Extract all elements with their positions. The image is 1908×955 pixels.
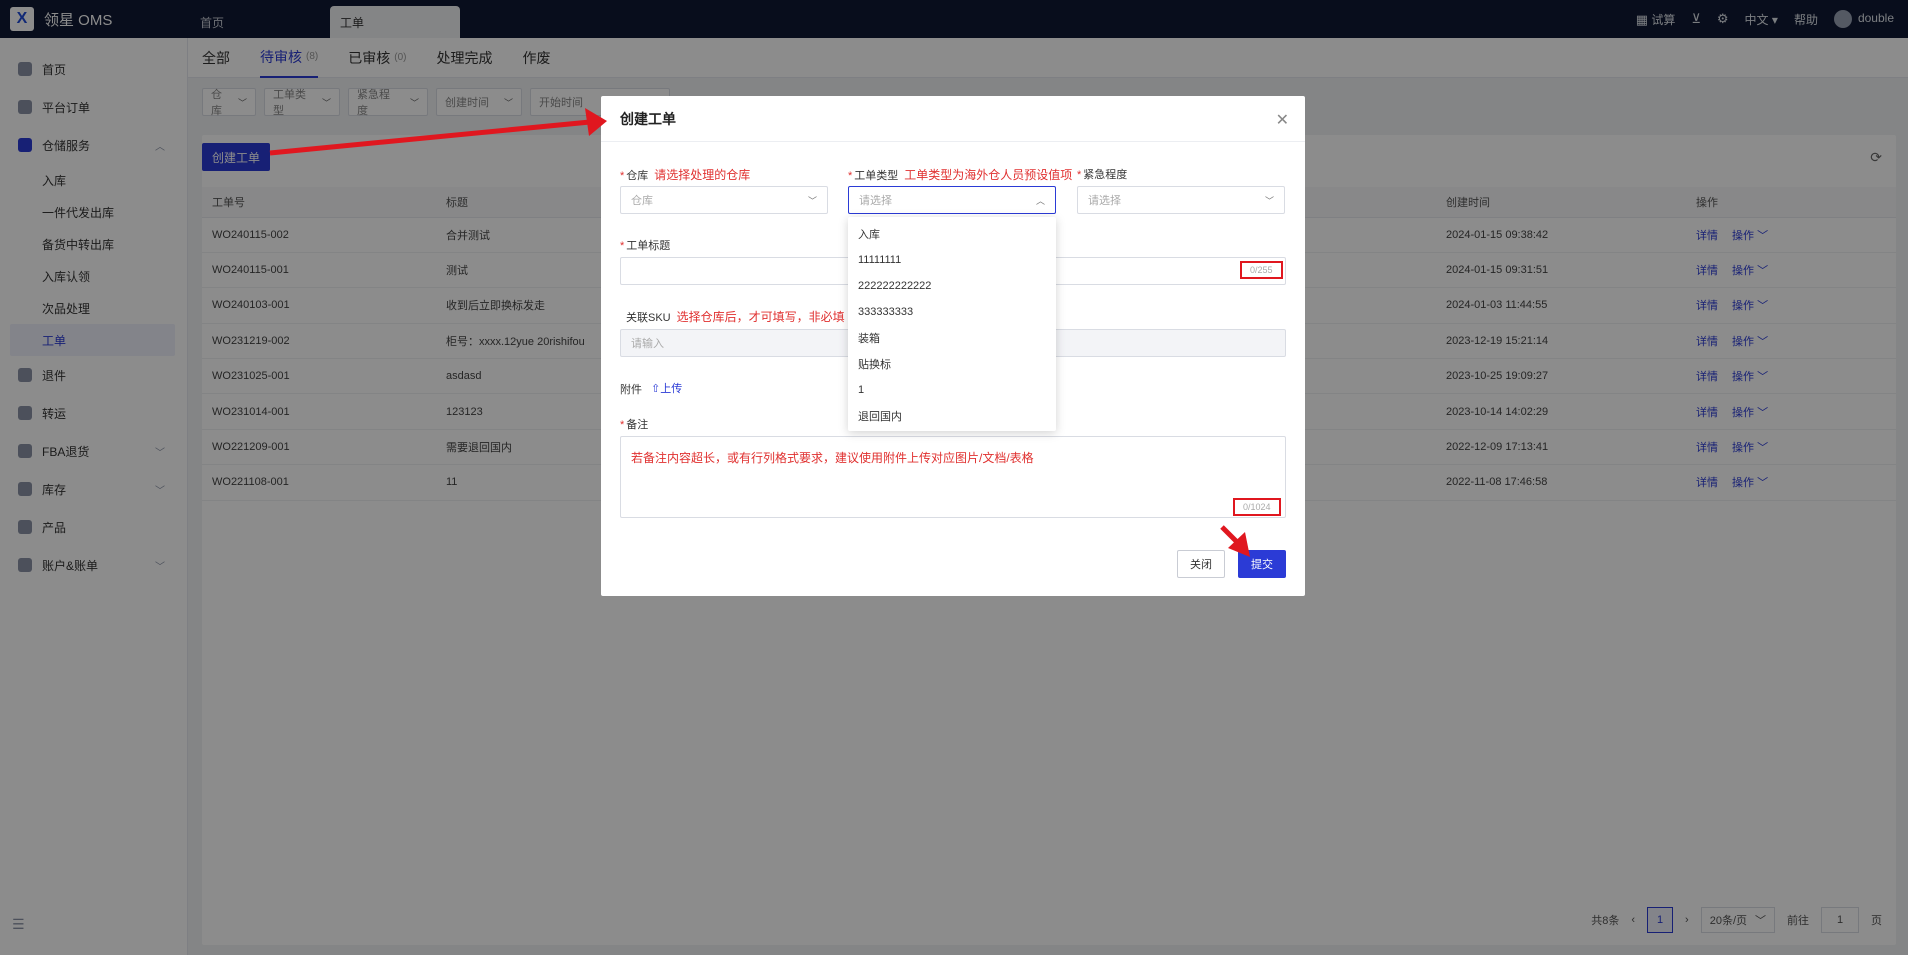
type-annotation: 工单类型为海外仓人员预设值项 bbox=[904, 168, 1073, 182]
title-label-text: 工单标题 bbox=[626, 240, 671, 252]
required-mark: * bbox=[620, 419, 625, 431]
title-char-counter: 0/255 bbox=[1240, 261, 1283, 279]
remark-label: * 备注 bbox=[620, 416, 648, 432]
type-placeholder: 请选择 bbox=[859, 195, 892, 207]
urgency-label-text: 紧急程度 bbox=[1083, 169, 1128, 181]
type-dropdown: 入库 11111111 222222222222 333333333 装箱 贴换标 1 退回国… bbox=[848, 217, 1056, 431]
attachment-label: 附件 bbox=[620, 384, 642, 396]
dropdown-option[interactable]: 入库 bbox=[848, 221, 1056, 247]
close-icon[interactable]: ✕ bbox=[1276, 110, 1289, 130]
required-mark: * bbox=[620, 240, 625, 252]
type-label: * 工单类型 工单类型为海外仓人员预设值项 bbox=[848, 166, 1072, 183]
warehouse-label-text: 仓库 bbox=[626, 170, 649, 182]
upload-label: 上传 bbox=[660, 383, 683, 395]
remark-annotation: 若备注内容超长，或有行列格式要求，建议使用附件上传对应图片/文档/表格 bbox=[631, 451, 1034, 465]
dropdown-option[interactable]: 贴换标 bbox=[848, 351, 1056, 377]
remark-char-counter: 0/1024 bbox=[1233, 498, 1281, 516]
warehouse-select[interactable]: 仓库 ﹀ bbox=[620, 186, 828, 214]
remark-textarea[interactable]: 若备注内容超长，或有行列格式要求，建议使用附件上传对应图片/文档/表格 bbox=[620, 436, 1286, 518]
dropdown-option[interactable]: 退回国内 bbox=[848, 403, 1056, 429]
title-label: * 工单标题 bbox=[620, 237, 670, 253]
sku-annotation: 选择仓库后，才可填写，非必填 bbox=[676, 310, 845, 324]
submit-button[interactable]: 提交 bbox=[1238, 550, 1286, 578]
warehouse-label: * 仓库 请选择处理的仓库 bbox=[620, 166, 750, 183]
close-button[interactable]: 关闭 bbox=[1177, 550, 1225, 578]
upload-button[interactable]: ⇧上传 bbox=[651, 380, 682, 396]
required-mark: * bbox=[1077, 169, 1082, 181]
dropdown-option[interactable]: 1 bbox=[848, 377, 1056, 403]
chevron-down-icon: ﹀ bbox=[807, 195, 817, 206]
urgency-label: * 紧急程度 bbox=[1077, 166, 1127, 182]
type-label-text: 工单类型 bbox=[854, 170, 899, 182]
dialog-title: 创建工单 bbox=[601, 96, 1305, 142]
dropdown-option[interactable]: 装箱 bbox=[848, 325, 1056, 351]
required-mark: * bbox=[620, 170, 625, 182]
type-select[interactable]: 请选择 ︿ bbox=[848, 186, 1056, 214]
required-mark: * bbox=[848, 170, 853, 182]
dropdown-option[interactable]: 11111111 bbox=[848, 247, 1056, 273]
warehouse-placeholder: 仓库 bbox=[631, 195, 653, 207]
sku-label-text: 关联SKU bbox=[626, 312, 671, 324]
sku-label: 关联SKU 选择仓库后，才可填写，非必填 bbox=[626, 308, 845, 325]
dropdown-option[interactable]: 222222222222 bbox=[848, 273, 1056, 299]
urgency-placeholder: 请选择 bbox=[1088, 195, 1121, 207]
chevron-up-icon: ︿ bbox=[1035, 195, 1045, 206]
remark-label-text: 备注 bbox=[626, 419, 649, 431]
chevron-down-icon: ﹀ bbox=[1264, 195, 1274, 206]
sku-placeholder: 请输入 bbox=[631, 338, 664, 350]
urgency-select[interactable]: 请选择 ﹀ bbox=[1077, 186, 1285, 214]
upload-icon: ⇧ bbox=[651, 383, 661, 395]
warehouse-annotation: 请选择处理的仓库 bbox=[654, 168, 751, 182]
dropdown-option[interactable]: 333333333 bbox=[848, 299, 1056, 325]
